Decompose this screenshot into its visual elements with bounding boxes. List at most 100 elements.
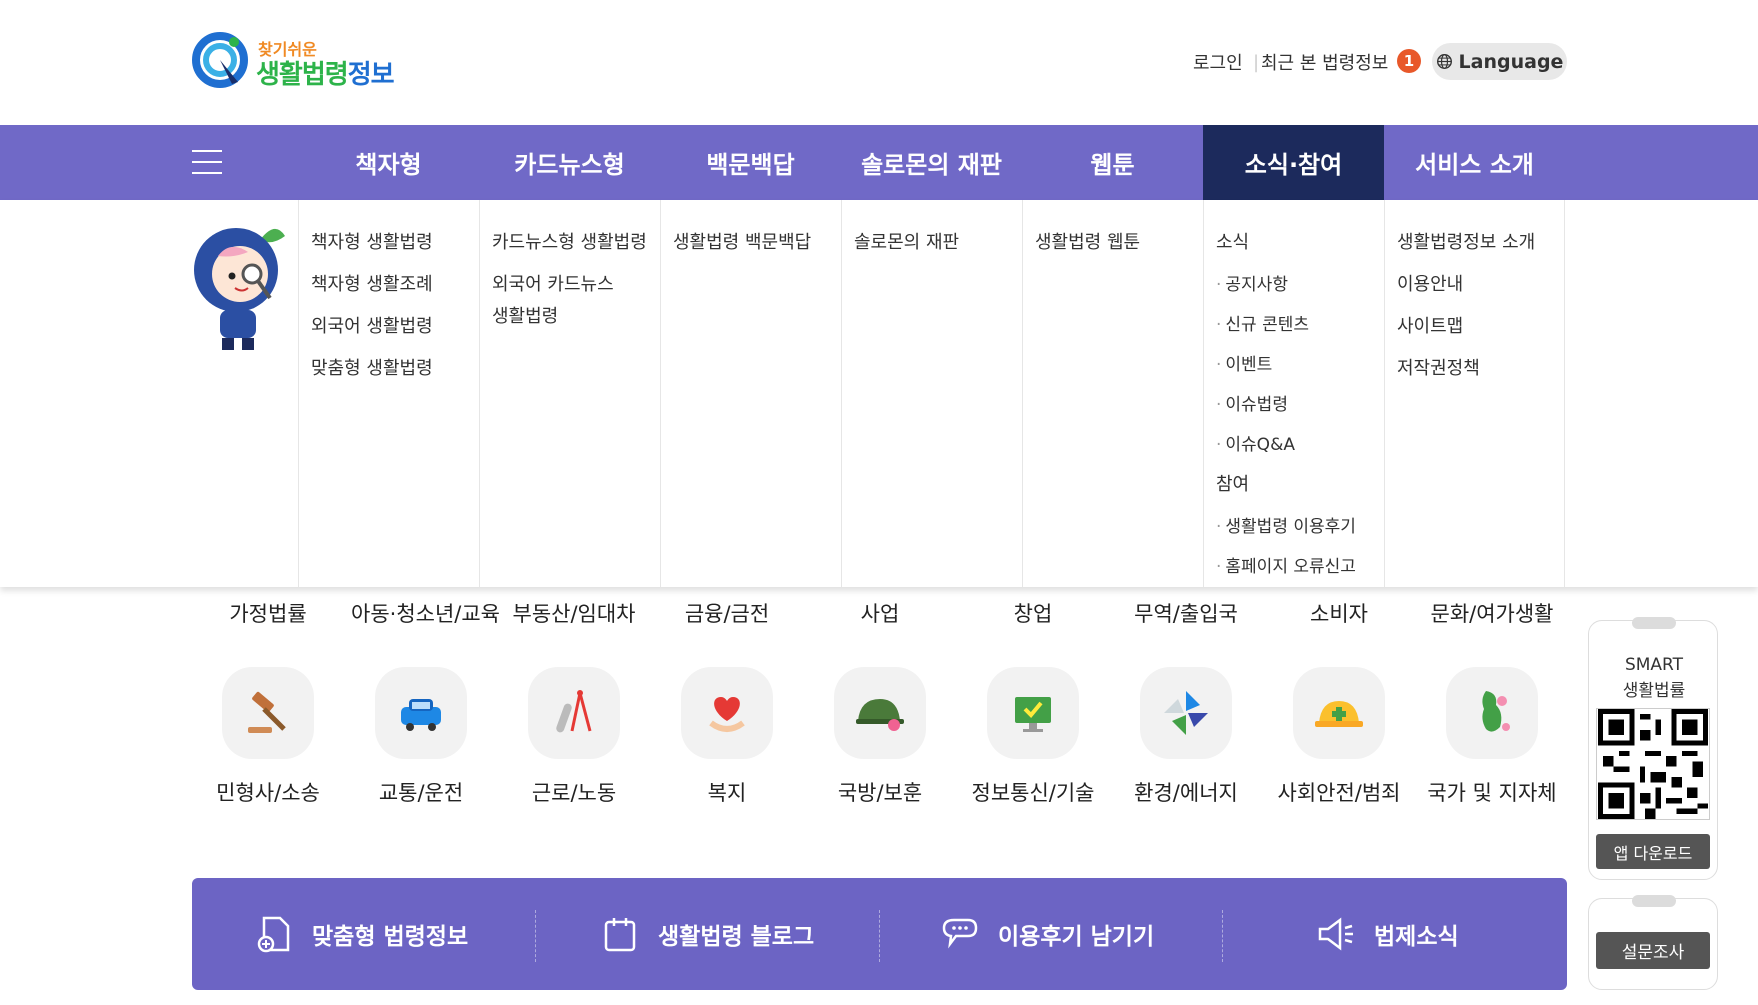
- quick-links-bar: 맞춤형 법령정보 생활법령 블로그 이용후기 남기기 법제소식: [192, 878, 1567, 990]
- mega-sublink[interactable]: 이슈Q&A: [1216, 430, 1295, 455]
- mega-link[interactable]: 솔로몬의 재판: [854, 228, 959, 254]
- mega-col-news: 소식 공지사항 신규 콘텐츠 이벤트 이슈법령 이슈Q&A 참여 생활법령 이용…: [1203, 200, 1384, 587]
- chat-bubble-icon: [942, 918, 978, 949]
- mega-link[interactable]: 책자형 생활조례: [311, 270, 433, 296]
- compass-icon[interactable]: [528, 667, 620, 759]
- mega-link[interactable]: 카드뉴스형 생활법령: [492, 228, 647, 254]
- mega-link[interactable]: 맞춤형 생활법령: [311, 354, 433, 380]
- category-youth-education[interactable]: 아동·청소년/교육: [351, 598, 500, 628]
- mega-col-cardnews: 카드뉴스형 생활법령 외국어 카드뉴스 생활법령: [479, 200, 660, 587]
- review-link[interactable]: 이용후기 남기기: [940, 878, 1154, 990]
- category-traffic[interactable]: 교통/운전: [351, 777, 491, 807]
- mega-link[interactable]: 생활법령 백문백답: [673, 228, 811, 254]
- hamburger-icon[interactable]: [192, 150, 222, 174]
- nav-item-booklet[interactable]: 책자형: [298, 125, 479, 200]
- legislation-news-link[interactable]: 법제소식: [1316, 878, 1459, 990]
- mega-link[interactable]: 책자형 생활법령: [311, 228, 433, 254]
- mega-sublink[interactable]: 홈페이지 오류신고: [1216, 552, 1356, 577]
- category-environment[interactable]: 환경/에너지: [1116, 777, 1256, 807]
- mega-link[interactable]: 생활법령 웹툰: [1035, 228, 1140, 254]
- helmet-icon[interactable]: [834, 667, 926, 759]
- mega-link[interactable]: 사이트맵: [1397, 312, 1463, 338]
- mega-col-booklet: 책자형 생활법령 책자형 생활조례 외국어 생활법령 맞춤형 생활법령: [298, 200, 479, 587]
- bar-divider: [1222, 910, 1223, 962]
- mega-link[interactable]: 외국어 생활법령: [311, 312, 433, 338]
- recent-count-badge: 1: [1397, 49, 1421, 73]
- mega-menu: 책자형 생활법령 책자형 생활조례 외국어 생활법령 맞춤형 생활법령 카드뉴스…: [0, 200, 1758, 587]
- category-trade[interactable]: 무역/출입국: [1116, 598, 1256, 628]
- monitor-check-icon[interactable]: [987, 667, 1079, 759]
- main-nav: 책자형 카드뉴스형 백문백답 솔로몬의 재판 웹툰 소식·참여 서비스 소개: [0, 125, 1758, 200]
- category-civil-criminal[interactable]: 민형사/소송: [198, 777, 338, 807]
- custom-law-info-link[interactable]: 맞춤형 법령정보: [254, 878, 468, 990]
- widget-tab: [1632, 895, 1676, 907]
- category-real-estate[interactable]: 부동산/임대차: [504, 598, 644, 628]
- blog-label: 생활법령 블로그: [658, 924, 815, 950]
- category-business[interactable]: 사업: [810, 598, 950, 628]
- mega-sublink[interactable]: 공지사항: [1216, 270, 1288, 295]
- nav-item-about[interactable]: 서비스 소개: [1384, 125, 1565, 200]
- category-culture[interactable]: 문화/여가생활: [1422, 598, 1562, 628]
- megaphone-icon: [1318, 917, 1353, 951]
- category-family-law[interactable]: 가정법률: [198, 598, 338, 628]
- category-labor[interactable]: 근로/노동: [504, 777, 644, 807]
- pinwheel-icon[interactable]: [1140, 667, 1232, 759]
- category-consumer[interactable]: 소비자: [1269, 598, 1409, 628]
- survey-widget: 설문조사: [1588, 895, 1718, 990]
- nav-item-qa[interactable]: 백문백답: [660, 125, 841, 200]
- category-safety[interactable]: 사회안전/범죄: [1269, 777, 1409, 807]
- mega-col-webtoon: 생활법령 웹툰: [1022, 200, 1203, 587]
- logo-title-part1: 생활법령: [256, 60, 349, 90]
- document-plus-icon: [257, 916, 290, 953]
- mega-col-about: 생활법령정보 소개 이용안내 사이트맵 저작권정책: [1384, 200, 1565, 587]
- mega-sublink[interactable]: 이벤트: [1216, 350, 1272, 375]
- language-label: Language: [1458, 50, 1564, 73]
- widget-tab: [1632, 617, 1676, 629]
- mega-link[interactable]: 저작권정책: [1397, 354, 1480, 380]
- site-logo[interactable]: 찾기쉬운 생활법령정보: [190, 30, 400, 92]
- mega-link[interactable]: 생활법령정보 소개: [1397, 228, 1535, 254]
- safety-helmet-icon[interactable]: [1293, 667, 1385, 759]
- site-header: 찾기쉬운 생활법령정보 로그인 | 최근 본 법령정보 1 Language: [0, 0, 1758, 125]
- mega-col-solomon: 솔로몬의 재판: [841, 200, 1022, 587]
- category-finance[interactable]: 금융/금전: [657, 598, 797, 628]
- app-download-button[interactable]: 앱 다운로드: [1596, 834, 1710, 869]
- smart-app-name: 생활법률: [1622, 681, 1686, 701]
- language-button[interactable]: Language: [1432, 43, 1567, 80]
- recent-laws-link[interactable]: 최근 본 법령정보: [1261, 44, 1388, 80]
- car-icon[interactable]: [375, 667, 467, 759]
- mega-link[interactable]: 이용안내: [1397, 270, 1463, 296]
- heart-hand-icon[interactable]: [681, 667, 773, 759]
- mega-link[interactable]: 외국어 카드뉴스: [492, 270, 614, 296]
- login-link[interactable]: 로그인: [1193, 44, 1243, 80]
- nav-item-news[interactable]: 소식·참여: [1203, 125, 1384, 200]
- review-label: 이용후기 남기기: [998, 924, 1155, 950]
- logo-title-part2: 정보: [347, 60, 395, 90]
- smart-app-widget: SMART 생활법률 앱 다운로드: [1588, 617, 1718, 880]
- smart-label: SMART: [1624, 655, 1684, 675]
- mega-sublink[interactable]: 이슈법령: [1216, 390, 1288, 415]
- gavel-icon[interactable]: [222, 667, 314, 759]
- category-ict[interactable]: 정보통신/기술: [963, 777, 1103, 807]
- nav-item-webtoon[interactable]: 웹툰: [1022, 125, 1203, 200]
- nav-item-cardnews[interactable]: 카드뉴스형: [479, 125, 660, 200]
- custom-law-info-label: 맞춤형 법령정보: [312, 924, 469, 950]
- category-government[interactable]: 국가 및 지자체: [1422, 777, 1562, 807]
- mega-link[interactable]: 생활법령: [492, 302, 558, 328]
- mega-sublink[interactable]: 신규 콘텐츠: [1216, 310, 1309, 335]
- calendar-icon: [604, 918, 636, 952]
- category-welfare[interactable]: 복지: [657, 777, 797, 807]
- korea-map-icon[interactable]: [1446, 667, 1538, 759]
- category-startup[interactable]: 창업: [963, 598, 1103, 628]
- survey-button[interactable]: 설문조사: [1596, 932, 1710, 969]
- logo-title: 생활법령정보: [256, 54, 395, 91]
- mega-heading-news[interactable]: 소식: [1216, 228, 1249, 254]
- globe-icon: [1436, 54, 1452, 69]
- bar-divider: [535, 910, 536, 962]
- blog-link[interactable]: 생활법령 블로그: [600, 878, 814, 990]
- category-defense[interactable]: 국방/보훈: [810, 777, 950, 807]
- legislation-news-label: 법제소식: [1374, 924, 1459, 950]
- mega-heading-participate[interactable]: 참여: [1216, 470, 1249, 496]
- nav-item-solomon[interactable]: 솔로몬의 재판: [841, 125, 1022, 200]
- mega-sublink[interactable]: 생활법령 이용후기: [1216, 512, 1356, 537]
